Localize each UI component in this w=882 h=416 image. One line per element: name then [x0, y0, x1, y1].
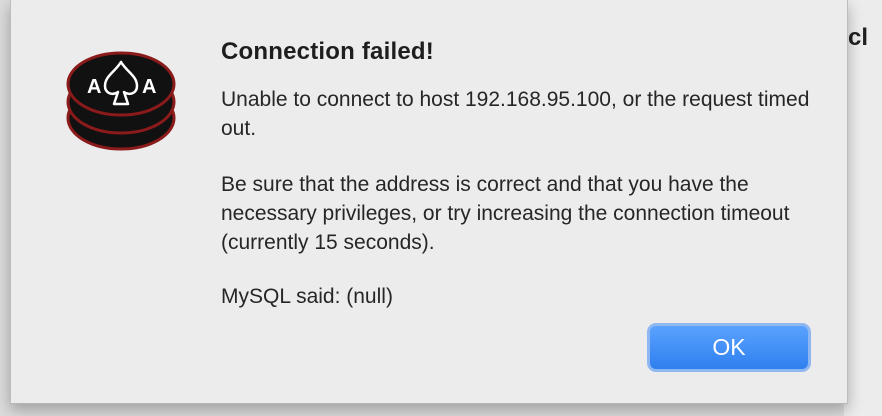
background-window: [844, 0, 882, 416]
error-message: Unable to connect to host 192.168.95.100…: [221, 88, 810, 140]
chip-letter-left: A: [87, 76, 101, 98]
error-hint: Be sure that the address is correct and …: [221, 173, 790, 254]
poker-chip-ace-icon: A A: [65, 44, 177, 152]
chip-letter-right: A: [142, 76, 156, 98]
ok-button[interactable]: OK: [647, 323, 811, 372]
dialog-title: Connection failed!: [221, 38, 434, 65]
mysql-response: MySQL said: (null): [221, 285, 393, 308]
connection-failed-dialog: A A Connection failed! Unable to connect…: [10, 0, 848, 404]
